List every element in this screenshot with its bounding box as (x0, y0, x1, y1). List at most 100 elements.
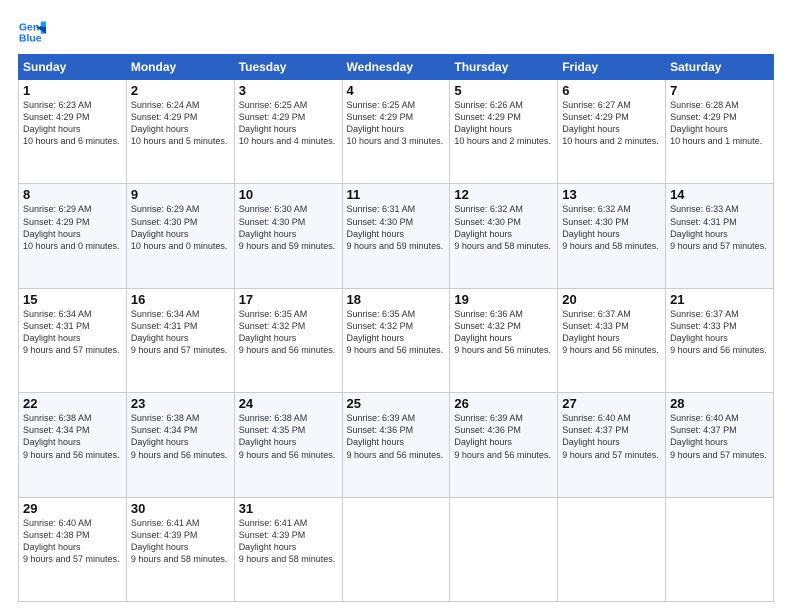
day-detail: Sunrise: 6:34 AM Sunset: 4:31 PM Dayligh… (23, 308, 122, 357)
day-cell: 23 Sunrise: 6:38 AM Sunset: 4:34 PM Dayl… (126, 393, 234, 497)
svg-text:Blue: Blue (19, 33, 42, 45)
day-number: 9 (131, 187, 230, 202)
day-cell: 28 Sunrise: 6:40 AM Sunset: 4:37 PM Dayl… (666, 393, 774, 497)
day-detail: Sunrise: 6:32 AM Sunset: 4:30 PM Dayligh… (454, 203, 553, 252)
day-detail: Sunrise: 6:28 AM Sunset: 4:29 PM Dayligh… (670, 99, 769, 148)
day-cell: 26 Sunrise: 6:39 AM Sunset: 4:36 PM Dayl… (450, 393, 558, 497)
day-number: 20 (562, 292, 661, 307)
day-number: 23 (131, 396, 230, 411)
day-detail: Sunrise: 6:30 AM Sunset: 4:30 PM Dayligh… (239, 203, 338, 252)
day-number: 4 (347, 83, 446, 98)
day-detail: Sunrise: 6:26 AM Sunset: 4:29 PM Dayligh… (454, 99, 553, 148)
day-number: 17 (239, 292, 338, 307)
day-cell: 6 Sunrise: 6:27 AM Sunset: 4:29 PM Dayli… (558, 80, 666, 184)
day-detail: Sunrise: 6:33 AM Sunset: 4:31 PM Dayligh… (670, 203, 769, 252)
week-row-2: 8 Sunrise: 6:29 AM Sunset: 4:29 PM Dayli… (19, 184, 774, 288)
day-cell: 2 Sunrise: 6:24 AM Sunset: 4:29 PM Dayli… (126, 80, 234, 184)
day-detail: Sunrise: 6:39 AM Sunset: 4:36 PM Dayligh… (454, 412, 553, 461)
day-number: 8 (23, 187, 122, 202)
day-cell: 11 Sunrise: 6:31 AM Sunset: 4:30 PM Dayl… (342, 184, 450, 288)
day-cell (558, 497, 666, 601)
day-detail: Sunrise: 6:25 AM Sunset: 4:29 PM Dayligh… (239, 99, 338, 148)
day-detail: Sunrise: 6:35 AM Sunset: 4:32 PM Dayligh… (347, 308, 446, 357)
day-cell: 16 Sunrise: 6:34 AM Sunset: 4:31 PM Dayl… (126, 288, 234, 392)
day-number: 1 (23, 83, 122, 98)
day-detail: Sunrise: 6:41 AM Sunset: 4:39 PM Dayligh… (239, 517, 338, 566)
day-cell: 21 Sunrise: 6:37 AM Sunset: 4:33 PM Dayl… (666, 288, 774, 392)
col-friday: Friday (558, 55, 666, 80)
day-cell: 19 Sunrise: 6:36 AM Sunset: 4:32 PM Dayl… (450, 288, 558, 392)
day-cell: 8 Sunrise: 6:29 AM Sunset: 4:29 PM Dayli… (19, 184, 127, 288)
day-cell: 5 Sunrise: 6:26 AM Sunset: 4:29 PM Dayli… (450, 80, 558, 184)
day-detail: Sunrise: 6:31 AM Sunset: 4:30 PM Dayligh… (347, 203, 446, 252)
day-detail: Sunrise: 6:40 AM Sunset: 4:37 PM Dayligh… (562, 412, 661, 461)
day-number: 29 (23, 501, 122, 516)
day-number: 11 (347, 187, 446, 202)
col-wednesday: Wednesday (342, 55, 450, 80)
day-number: 12 (454, 187, 553, 202)
day-detail: Sunrise: 6:34 AM Sunset: 4:31 PM Dayligh… (131, 308, 230, 357)
header-row: Sunday Monday Tuesday Wednesday Thursday… (19, 55, 774, 80)
day-detail: Sunrise: 6:37 AM Sunset: 4:33 PM Dayligh… (670, 308, 769, 357)
day-number: 30 (131, 501, 230, 516)
day-number: 2 (131, 83, 230, 98)
col-thursday: Thursday (450, 55, 558, 80)
day-number: 21 (670, 292, 769, 307)
day-number: 10 (239, 187, 338, 202)
day-cell: 14 Sunrise: 6:33 AM Sunset: 4:31 PM Dayl… (666, 184, 774, 288)
week-row-1: 1 Sunrise: 6:23 AM Sunset: 4:29 PM Dayli… (19, 80, 774, 184)
logo-icon: General Blue (18, 18, 46, 46)
col-saturday: Saturday (666, 55, 774, 80)
day-cell: 4 Sunrise: 6:25 AM Sunset: 4:29 PM Dayli… (342, 80, 450, 184)
day-cell: 30 Sunrise: 6:41 AM Sunset: 4:39 PM Dayl… (126, 497, 234, 601)
page: General Blue Sunday Monday Tuesday Wedne… (0, 0, 792, 612)
day-cell: 13 Sunrise: 6:32 AM Sunset: 4:30 PM Dayl… (558, 184, 666, 288)
day-cell: 7 Sunrise: 6:28 AM Sunset: 4:29 PM Dayli… (666, 80, 774, 184)
day-detail: Sunrise: 6:27 AM Sunset: 4:29 PM Dayligh… (562, 99, 661, 148)
day-cell: 31 Sunrise: 6:41 AM Sunset: 4:39 PM Dayl… (234, 497, 342, 601)
col-monday: Monday (126, 55, 234, 80)
day-cell: 10 Sunrise: 6:30 AM Sunset: 4:30 PM Dayl… (234, 184, 342, 288)
day-number: 18 (347, 292, 446, 307)
day-detail: Sunrise: 6:38 AM Sunset: 4:34 PM Dayligh… (23, 412, 122, 461)
week-row-5: 29 Sunrise: 6:40 AM Sunset: 4:38 PM Dayl… (19, 497, 774, 601)
day-detail: Sunrise: 6:38 AM Sunset: 4:35 PM Dayligh… (239, 412, 338, 461)
day-number: 27 (562, 396, 661, 411)
day-detail: Sunrise: 6:29 AM Sunset: 4:29 PM Dayligh… (23, 203, 122, 252)
calendar-table: Sunday Monday Tuesday Wednesday Thursday… (18, 54, 774, 602)
col-tuesday: Tuesday (234, 55, 342, 80)
day-number: 22 (23, 396, 122, 411)
col-sunday: Sunday (19, 55, 127, 80)
week-row-4: 22 Sunrise: 6:38 AM Sunset: 4:34 PM Dayl… (19, 393, 774, 497)
day-detail: Sunrise: 6:23 AM Sunset: 4:29 PM Dayligh… (23, 99, 122, 148)
day-detail: Sunrise: 6:32 AM Sunset: 4:30 PM Dayligh… (562, 203, 661, 252)
day-detail: Sunrise: 6:39 AM Sunset: 4:36 PM Dayligh… (347, 412, 446, 461)
day-cell (450, 497, 558, 601)
day-detail: Sunrise: 6:40 AM Sunset: 4:37 PM Dayligh… (670, 412, 769, 461)
day-detail: Sunrise: 6:38 AM Sunset: 4:34 PM Dayligh… (131, 412, 230, 461)
day-detail: Sunrise: 6:25 AM Sunset: 4:29 PM Dayligh… (347, 99, 446, 148)
day-number: 5 (454, 83, 553, 98)
day-number: 16 (131, 292, 230, 307)
header: General Blue (18, 18, 774, 46)
day-detail: Sunrise: 6:24 AM Sunset: 4:29 PM Dayligh… (131, 99, 230, 148)
day-cell (342, 497, 450, 601)
day-number: 25 (347, 396, 446, 411)
day-cell: 27 Sunrise: 6:40 AM Sunset: 4:37 PM Dayl… (558, 393, 666, 497)
day-cell: 15 Sunrise: 6:34 AM Sunset: 4:31 PM Dayl… (19, 288, 127, 392)
day-detail: Sunrise: 6:37 AM Sunset: 4:33 PM Dayligh… (562, 308, 661, 357)
day-detail: Sunrise: 6:40 AM Sunset: 4:38 PM Dayligh… (23, 517, 122, 566)
day-cell: 9 Sunrise: 6:29 AM Sunset: 4:30 PM Dayli… (126, 184, 234, 288)
day-number: 24 (239, 396, 338, 411)
day-cell: 3 Sunrise: 6:25 AM Sunset: 4:29 PM Dayli… (234, 80, 342, 184)
day-cell: 20 Sunrise: 6:37 AM Sunset: 4:33 PM Dayl… (558, 288, 666, 392)
day-cell: 12 Sunrise: 6:32 AM Sunset: 4:30 PM Dayl… (450, 184, 558, 288)
day-detail: Sunrise: 6:41 AM Sunset: 4:39 PM Dayligh… (131, 517, 230, 566)
day-number: 31 (239, 501, 338, 516)
day-number: 6 (562, 83, 661, 98)
day-cell: 18 Sunrise: 6:35 AM Sunset: 4:32 PM Dayl… (342, 288, 450, 392)
day-number: 26 (454, 396, 553, 411)
day-cell: 25 Sunrise: 6:39 AM Sunset: 4:36 PM Dayl… (342, 393, 450, 497)
day-number: 7 (670, 83, 769, 98)
day-cell: 29 Sunrise: 6:40 AM Sunset: 4:38 PM Dayl… (19, 497, 127, 601)
